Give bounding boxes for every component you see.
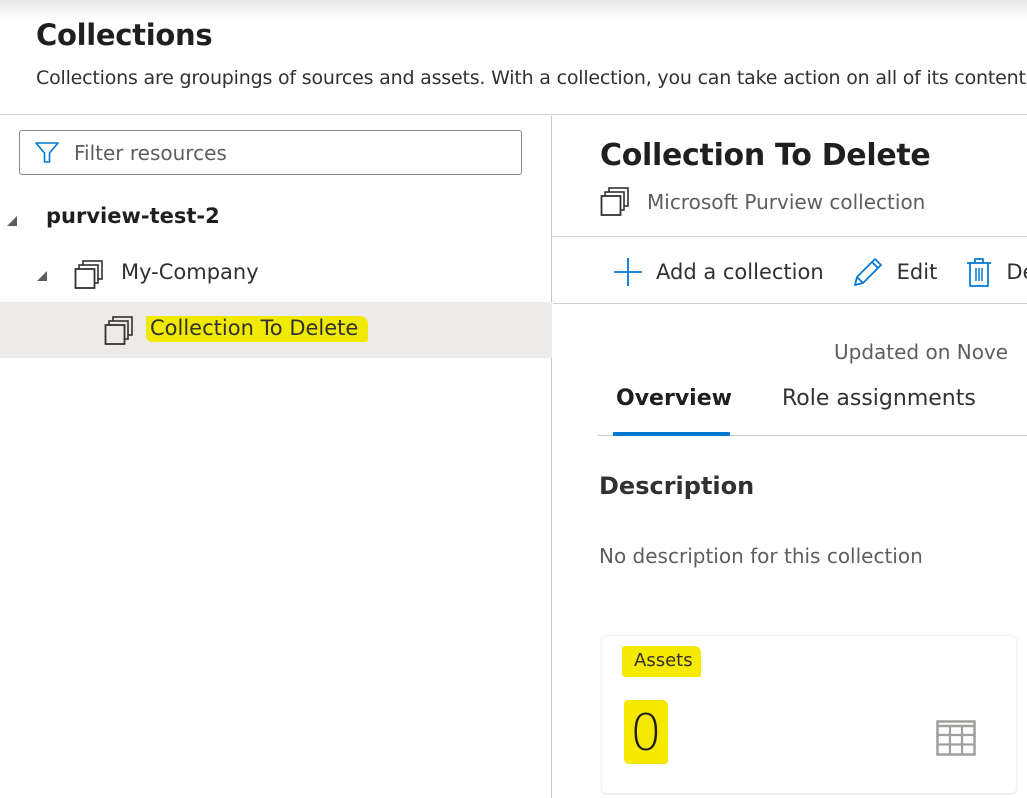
active-tab-indicator [613, 432, 730, 436]
page-header: Collections Collections are groupings of… [0, 0, 1027, 115]
tree-item-label: My-Company [121, 260, 259, 284]
collection-icon [104, 316, 133, 345]
assets-count: 0 [624, 700, 668, 764]
trash-icon [967, 258, 992, 287]
description-text: No description for this collection [599, 544, 923, 568]
tree-item-my-company[interactable]: My-Company [0, 247, 552, 303]
detail-tabs: Overview Role assignments [598, 382, 1027, 436]
delete-button[interactable]: Delete [965, 256, 1027, 288]
collection-details-panel: Collection To Delete Microsoft Purview c… [553, 116, 1027, 798]
command-bar: Add a collection Edit Delete [613, 252, 1027, 292]
updated-timestamp: Updated on Nove [834, 340, 1009, 364]
collapse-caret-icon[interactable] [7, 216, 17, 226]
assets-card[interactable]: Assets 0 [602, 636, 1016, 793]
description-heading: Description [599, 472, 755, 500]
pencil-icon [853, 258, 882, 286]
collapse-caret-icon[interactable] [37, 271, 47, 281]
tree-item-label: purview-test-2 [46, 204, 220, 228]
filter-resources-input[interactable] [74, 140, 494, 165]
tab-overview[interactable]: Overview [616, 386, 732, 411]
add-collection-button[interactable]: Add a collection [613, 257, 824, 287]
page-title: Collections [36, 18, 213, 52]
divider [553, 303, 1027, 304]
collections-tree-panel: purview-test-2 My-Company Collection To … [0, 116, 552, 798]
assets-label: Assets [622, 646, 701, 677]
edit-button[interactable]: Edit [852, 256, 938, 288]
delete-label: Delete [1006, 260, 1027, 284]
add-collection-label: Add a collection [656, 260, 824, 284]
collection-type: Microsoft Purview collection [600, 186, 925, 218]
edit-label: Edit [896, 260, 938, 284]
filter-icon [35, 141, 59, 163]
tree-item-collection-to-delete[interactable]: Collection To Delete [0, 302, 552, 358]
collection-icon [600, 187, 629, 216]
collection-type-label: Microsoft Purview collection [647, 190, 926, 214]
divider [553, 236, 1027, 237]
table-icon [936, 720, 976, 756]
collection-icon [74, 260, 103, 289]
plus-icon [614, 258, 642, 286]
tree-item-label: Collection To Delete [146, 316, 369, 342]
tab-role-assignments[interactable]: Role assignments [782, 386, 976, 411]
collection-title: Collection To Delete [600, 138, 931, 173]
tree-item-purview-test-2[interactable]: purview-test-2 [0, 192, 552, 248]
filter-resources-box[interactable] [19, 130, 522, 175]
page-subtitle: Collections are groupings of sources and… [36, 67, 1027, 89]
